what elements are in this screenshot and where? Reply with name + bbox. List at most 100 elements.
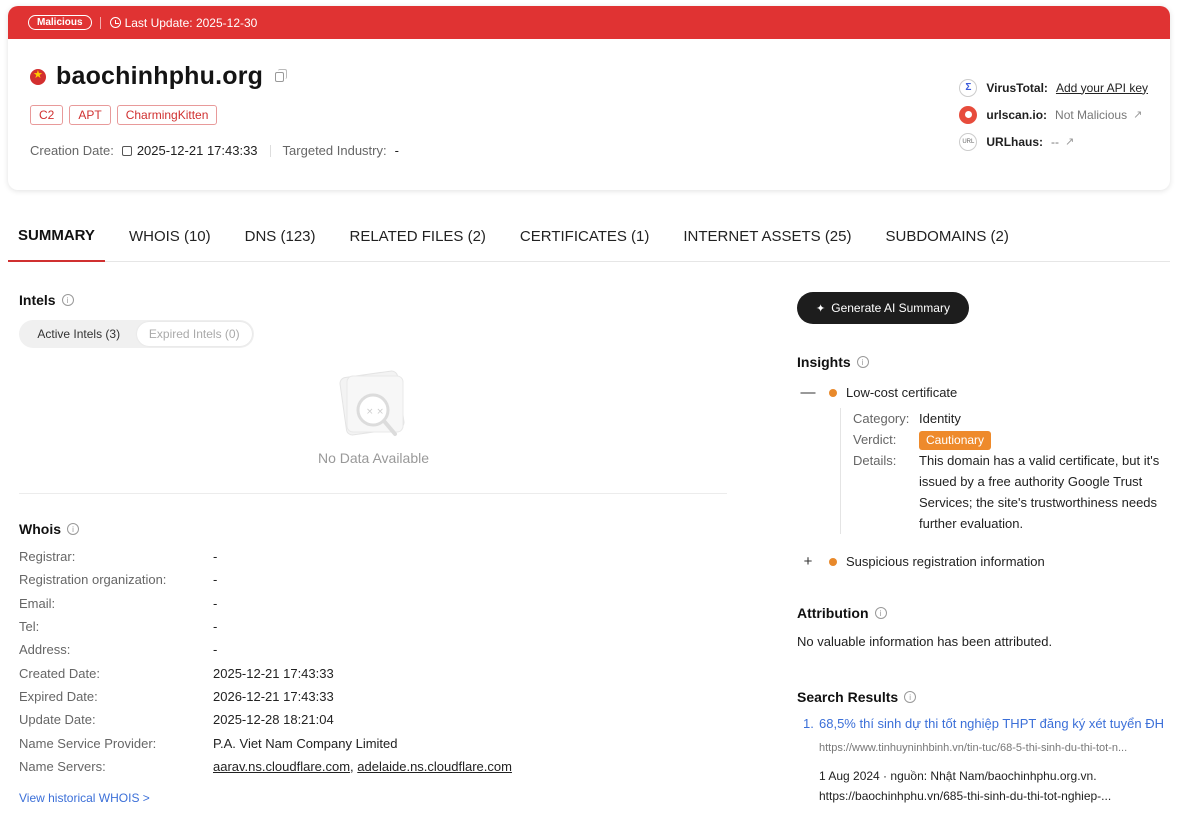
status-bar: Malicious Last Update: 2025-12-30	[8, 6, 1170, 39]
whois-value: P.A. Viet Nam Company Limited	[213, 735, 398, 751]
tab-certificates[interactable]: CERTIFICATES (1)	[510, 210, 659, 262]
svg-text:× ×: × ×	[366, 407, 384, 417]
insight-item[interactable]: — Low-cost certificate	[797, 384, 958, 401]
divider	[269, 144, 271, 157]
generate-ai-summary-button[interactable]: ✦ Generate AI Summary	[797, 292, 969, 324]
insight-category: Identity	[919, 411, 961, 426]
tag-list: C2 APT CharmingKitten	[30, 105, 218, 125]
info-icon[interactable]: i	[874, 607, 887, 619]
collapse-icon[interactable]: —	[797, 384, 819, 401]
insight-label: Category:	[853, 411, 910, 426]
whois-row: Address: -	[19, 638, 512, 661]
whois-row-name-servers: Name Servers: aarav.ns.cloudflare.com, a…	[19, 755, 512, 778]
title-row: baochinhphu.org	[30, 62, 288, 91]
generate-ai-summary-label: Generate AI Summary	[831, 301, 950, 315]
insights-title-text: Insights	[797, 354, 851, 370]
whois-value: -	[213, 619, 218, 635]
insight-label: Details:	[853, 453, 897, 468]
virustotal-icon: Σ	[959, 78, 978, 97]
name-server-link[interactable]: adelaide.ns.cloudflare.com	[357, 759, 512, 774]
whois-label: Created Date:	[19, 665, 100, 681]
tab-summary[interactable]: SUMMARY	[8, 210, 105, 262]
insight-label: Verdict:	[853, 432, 897, 447]
tab-subdomains[interactable]: SUBDOMAINS (2)	[876, 210, 1019, 262]
insight-category-row: Category: Identity	[853, 408, 1167, 429]
tab-bar: SUMMARY WHOIS (10) DNS (123) RELATED FIL…	[8, 210, 1170, 262]
whois-value: -	[213, 572, 218, 588]
urlhaus-row: URL URLhaus: -- ↗	[959, 128, 1148, 155]
urlhaus-value: --	[1051, 134, 1060, 149]
active-intels-option[interactable]: Active Intels (3)	[21, 322, 137, 346]
attribution-text: No valuable information has been attribu…	[797, 634, 1053, 649]
tag-apt[interactable]: APT	[69, 105, 111, 125]
insight-title: Suspicious registration information	[846, 554, 1045, 569]
tag-c2[interactable]: C2	[30, 105, 64, 125]
search-result-title-link[interactable]: 68,5% thí sinh dự thi tốt nghiệp THPT đă…	[819, 716, 1164, 731]
insight-item[interactable]: + Suspicious registration information	[797, 553, 1045, 570]
info-icon[interactable]: i	[67, 523, 79, 535]
external-sources: Σ VirusTotal: Add your API key urlscan.i…	[959, 74, 1148, 155]
severity-dot	[829, 557, 837, 566]
external-link-icon[interactable]: ↗	[1065, 135, 1074, 148]
name-server-link[interactable]: aarav.ns.cloudflare.com	[213, 759, 350, 774]
info-icon[interactable]: i	[904, 691, 917, 703]
whois-label: Expired Date:	[19, 688, 98, 704]
whois-value: 2026-12-21 17:43:33	[213, 688, 334, 704]
tab-whois[interactable]: WHOIS (10)	[119, 210, 221, 262]
clock-icon	[109, 17, 121, 28]
insight-details-row: Details: This domain has a valid certifi…	[853, 450, 1167, 534]
info-icon[interactable]: i	[856, 356, 869, 368]
intels-title-text: Intels	[19, 292, 56, 308]
whois-label: Registration organization:	[19, 572, 167, 588]
external-link-icon[interactable]: ↗	[1133, 108, 1142, 121]
search-result-snippet: 1 Aug 2024 · nguồn: Nhật Nam/baochinhphu…	[819, 769, 1112, 803]
whois-value: 2025-12-21 17:43:33	[213, 665, 334, 681]
creation-date-label: Creation Date:	[30, 143, 114, 158]
whois-row: Email: -	[19, 592, 512, 615]
tab-dns[interactable]: DNS (123)	[235, 210, 326, 262]
urlscan-row: urlscan.io: Not Malicious ↗	[959, 101, 1148, 128]
whois-label: Email:	[19, 595, 56, 611]
urlscan-verdict: Not Malicious	[1055, 107, 1128, 122]
tag-charmingkitten[interactable]: CharmingKitten	[116, 105, 218, 125]
sparkle-icon: ✦	[816, 302, 826, 315]
search-results-section-title: Search Results i	[797, 689, 917, 705]
insight-details: Category: Identity Verdict: Cautionary D…	[840, 408, 1167, 534]
last-update: Last Update: 2025-12-30	[124, 15, 258, 30]
info-icon[interactable]: i	[61, 294, 74, 306]
insights-section-title: Insights i	[797, 354, 869, 370]
targeted-industry: -	[394, 143, 399, 158]
whois-row: Registrar: -	[19, 545, 512, 568]
insight-verdict-row: Verdict: Cautionary	[853, 429, 1167, 450]
intels-section-title: Intels i	[19, 292, 74, 308]
whois-label: Name Service Provider:	[19, 735, 157, 751]
whois-value: -	[213, 549, 218, 565]
view-historical-whois-link[interactable]: View historical WHOIS >	[19, 791, 150, 805]
creation-date: 2025-12-21 17:43:33	[136, 143, 258, 158]
whois-row: Update Date: 2025-12-28 18:21:04	[19, 708, 512, 731]
copy-icon[interactable]	[275, 68, 288, 82]
whois-table: Registrar: - Registration organization: - …	[19, 545, 512, 778]
add-api-key-link[interactable]: Add your API key	[1056, 81, 1148, 95]
insight-title: Low-cost certificate	[846, 385, 958, 400]
calendar-icon	[121, 145, 132, 156]
insight-details-text: This domain has a valid certificate, but…	[919, 453, 1160, 531]
urlscan-icon	[959, 105, 978, 124]
expired-intels-option[interactable]: Expired Intels (0)	[136, 322, 252, 346]
section-divider	[19, 493, 727, 494]
search-results-title-text: Search Results	[797, 689, 899, 705]
whois-value: -	[213, 595, 218, 611]
whois-label: Address:	[19, 642, 71, 658]
urlhaus-icon: URL	[959, 132, 978, 151]
severity-dot	[829, 388, 837, 397]
expand-icon[interactable]: +	[797, 553, 819, 570]
search-result-number: 1.	[803, 716, 814, 731]
attribution-title-text: Attribution	[797, 605, 869, 621]
search-result-url: https://www.tinhuyninhbinh.vn/tin-tuc/68…	[819, 742, 1128, 754]
whois-row: Created Date: 2025-12-21 17:43:33	[19, 661, 512, 684]
tab-related-files[interactable]: RELATED FILES (2)	[340, 210, 496, 262]
divider	[99, 16, 101, 29]
tab-internet-assets[interactable]: INTERNET ASSETS (25)	[673, 210, 861, 262]
targeted-industry-label: Targeted Industry:	[282, 143, 387, 158]
whois-row: Expired Date: 2026-12-21 17:43:33	[19, 685, 512, 708]
